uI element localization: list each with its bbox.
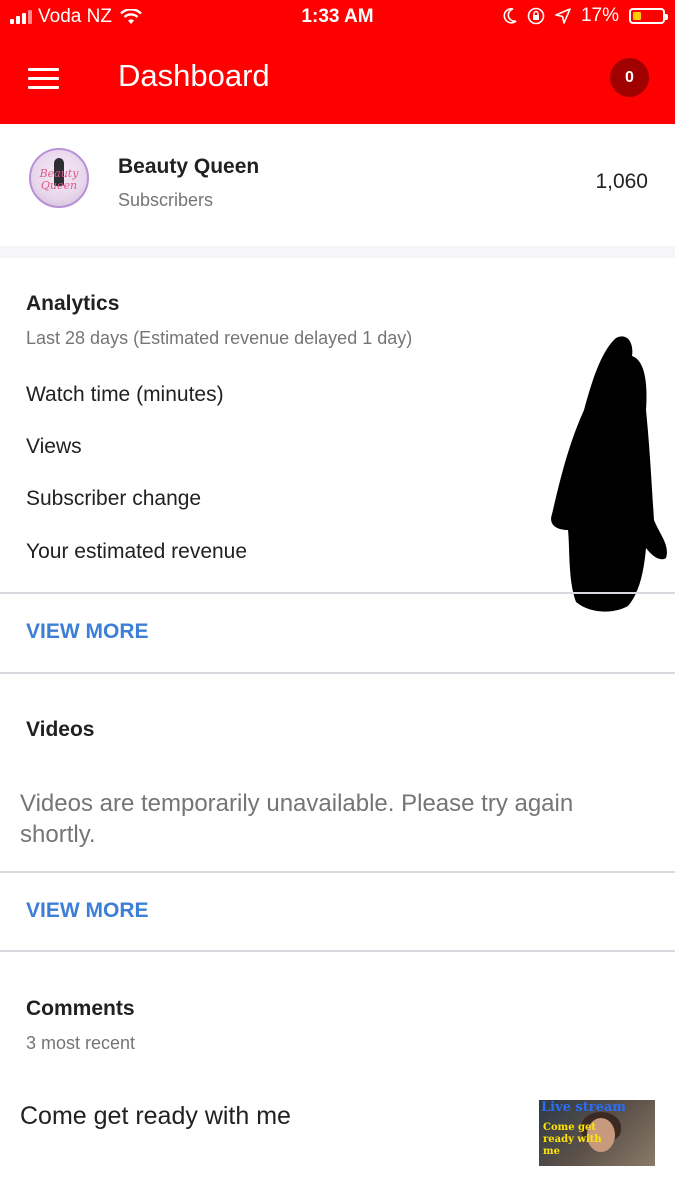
divider: [0, 672, 675, 674]
comments-subtitle: 3 most recent: [26, 1033, 136, 1053]
analytics-view-more-button[interactable]: VIEW MORE: [26, 620, 149, 644]
video-thumbnail[interactable]: Live stream Come get ready with me: [539, 1100, 655, 1166]
metric-views: Views: [26, 435, 82, 458]
subscribers-label: Subscribers: [118, 190, 214, 210]
metric-subscriber-change: Subscriber change: [26, 487, 202, 510]
redaction-mark: [551, 336, 667, 612]
rotation-lock-icon: [527, 7, 545, 25]
metric-watch-time: Watch time (minutes): [26, 383, 224, 406]
app-bar: Dashboard 0: [0, 36, 675, 124]
avatar-text-line1: Beauty: [39, 167, 79, 180]
divider: [0, 592, 675, 594]
videos-title: Videos: [26, 718, 95, 741]
hamburger-icon: [28, 68, 62, 89]
menu-button[interactable]: [28, 64, 62, 94]
subscribers-count: 1,060: [595, 170, 648, 193]
analytics-subtitle: Last 28 days (Estimated revenue delayed …: [26, 328, 413, 348]
moon-icon: [503, 8, 517, 24]
divider: [0, 950, 675, 952]
header: Voda NZ 1:33 AM 17% Dashboard 0: [0, 0, 675, 124]
battery-percent: 17%: [580, 5, 619, 26]
metric-estimated-revenue: Your estimated revenue: [26, 540, 248, 563]
section-spacer: [0, 246, 675, 258]
divider: [0, 871, 675, 873]
avatar-text-line2: Queen: [40, 179, 78, 192]
avatar: Beauty Queen: [29, 148, 89, 208]
analytics-title: Analytics: [26, 292, 120, 315]
channel-summary[interactable]: Beauty Queen Beauty Queen Subscribers 1,…: [0, 124, 675, 248]
location-arrow-icon: [555, 8, 571, 24]
list-item[interactable]: Come get ready with me Live stream Come …: [0, 1080, 675, 1190]
videos-view-more-button[interactable]: VIEW MORE: [26, 899, 149, 923]
videos-unavailable-message: Videos are temporarily unavailable. Plea…: [20, 790, 574, 848]
battery-icon: [629, 8, 668, 24]
thumbnail-caption: Come get ready with me: [543, 1122, 602, 1157]
status-bar: Voda NZ 1:33 AM 17%: [0, 0, 675, 36]
channel-name: Beauty Queen: [118, 155, 260, 178]
comments-title: Comments: [26, 997, 135, 1020]
notification-badge[interactable]: 0: [610, 58, 649, 97]
page-title: Dashboard: [118, 58, 270, 93]
thumbnail-title: Live stream: [541, 1100, 627, 1115]
comment-video-title: Come get ready with me: [20, 1102, 291, 1130]
